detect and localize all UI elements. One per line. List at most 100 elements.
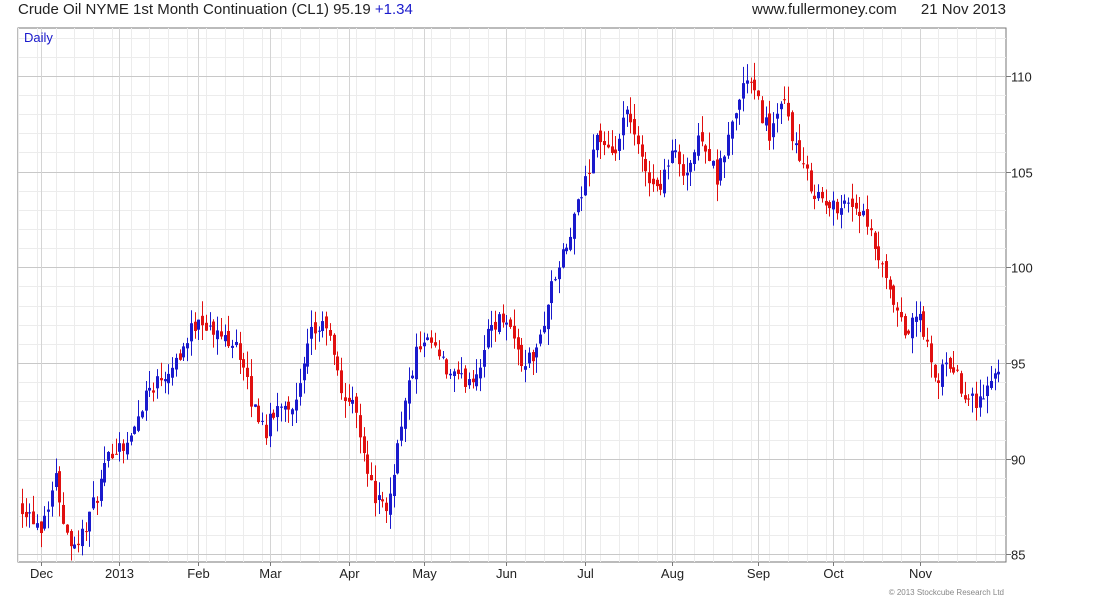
- candle-body: [107, 451, 110, 461]
- candle-body: [851, 198, 854, 208]
- candle-body: [370, 475, 373, 481]
- candle-body: [340, 370, 343, 394]
- candle-body: [28, 512, 31, 514]
- candle-body: [513, 325, 516, 339]
- candle-body: [242, 359, 245, 368]
- candle-body: [299, 383, 302, 397]
- candle-body: [148, 387, 151, 391]
- candle-body: [599, 130, 602, 143]
- candle-body: [982, 398, 985, 400]
- candle-body: [682, 164, 685, 176]
- candle-body: [806, 164, 809, 169]
- candle-body: [644, 158, 647, 172]
- candle-body: [118, 443, 121, 452]
- candle-body: [235, 341, 238, 346]
- candle-body: [449, 373, 452, 376]
- candle-body: [975, 393, 978, 409]
- candle-body: [483, 350, 486, 367]
- candle-body: [505, 322, 508, 325]
- candle-body: [817, 191, 820, 199]
- candle-body: [697, 135, 700, 156]
- candle-body: [396, 443, 399, 474]
- candle-body: [239, 343, 242, 360]
- candle-body: [524, 366, 527, 370]
- candle-body: [723, 156, 726, 163]
- candle-body: [156, 376, 159, 389]
- candle-body: [641, 144, 644, 157]
- candle-body: [325, 316, 328, 329]
- candle-body: [952, 367, 955, 373]
- candle-body: [411, 375, 414, 379]
- candle-body: [915, 316, 918, 322]
- candle-body: [862, 210, 865, 216]
- candle-body: [588, 173, 591, 175]
- x-tick-label: Jun: [496, 566, 517, 581]
- candle-body: [404, 400, 407, 429]
- candle-body: [43, 515, 46, 529]
- candle-body: [111, 453, 114, 459]
- candle-body: [821, 191, 824, 199]
- candle-body: [257, 405, 260, 423]
- candle-body: [825, 200, 828, 206]
- candle-body: [719, 158, 722, 181]
- candle-body: [971, 393, 974, 396]
- candle-body: [836, 201, 839, 214]
- candle-body: [194, 321, 197, 331]
- candle-body: [190, 323, 193, 342]
- candle-body: [689, 162, 692, 172]
- candle-body: [701, 132, 704, 142]
- candle-body: [85, 531, 88, 533]
- candle-body: [442, 356, 445, 358]
- candle-body: [81, 528, 84, 547]
- candle-body: [126, 442, 129, 455]
- candle-body: [622, 117, 625, 136]
- candle-body: [708, 149, 711, 161]
- candle-body: [783, 99, 786, 101]
- candle-body: [618, 138, 621, 151]
- candle-body: [757, 90, 760, 97]
- candle-body: [205, 322, 208, 331]
- x-tick-label: Oct: [823, 566, 844, 581]
- candle-body: [130, 435, 133, 442]
- plot-frame: [17, 27, 1007, 563]
- candle-body: [51, 490, 54, 507]
- candle-body: [348, 397, 351, 402]
- candle-body: [967, 398, 970, 400]
- candle-body: [795, 143, 798, 146]
- candle-body: [798, 140, 801, 161]
- candle-body: [945, 362, 948, 365]
- candle-body: [36, 523, 39, 528]
- candle-body: [603, 141, 606, 146]
- candle-body: [47, 509, 50, 512]
- candle-body: [874, 232, 877, 250]
- candle-body: [21, 503, 24, 515]
- candle-body: [520, 344, 523, 367]
- candle-body: [201, 315, 204, 326]
- candle-body: [858, 211, 861, 217]
- candle-body: [321, 321, 324, 332]
- candle-body: [246, 367, 249, 377]
- candle-body: [464, 368, 467, 387]
- candle-body: [333, 334, 336, 355]
- candle-body: [765, 117, 768, 126]
- candle-body: [847, 202, 850, 204]
- x-tick-label: Aug: [661, 566, 684, 581]
- y-tick-label: 105: [1011, 166, 1033, 181]
- x-tick-label: Feb: [187, 566, 209, 581]
- candle-body: [791, 112, 794, 142]
- candle-body: [408, 380, 411, 404]
- candle-body: [543, 325, 546, 333]
- candle-body: [810, 170, 813, 192]
- candle-body: [400, 426, 403, 441]
- candle-body: [164, 379, 167, 382]
- x-tick-label: May: [412, 566, 437, 581]
- candle-body: [889, 279, 892, 290]
- candle-body: [336, 356, 339, 371]
- candle-body: [385, 502, 388, 512]
- candle-body: [802, 163, 805, 165]
- candle-body: [167, 373, 170, 384]
- candle-body: [381, 499, 384, 502]
- candle-body: [577, 199, 580, 213]
- candle-body: [472, 378, 475, 383]
- candle-body: [535, 347, 538, 358]
